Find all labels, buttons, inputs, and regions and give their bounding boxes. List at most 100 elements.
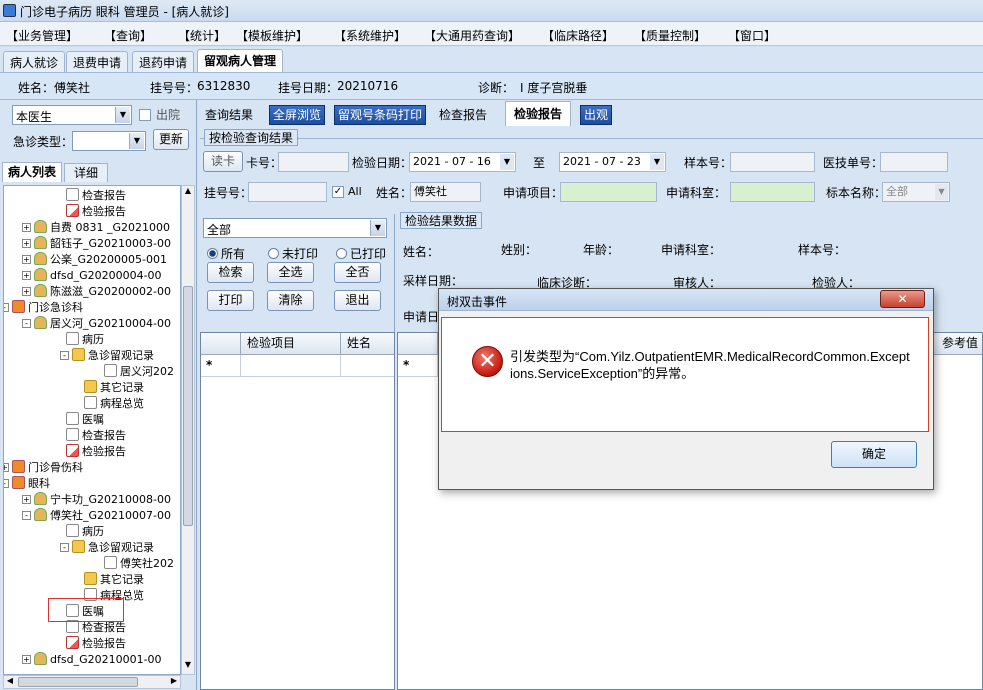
menu-item-1[interactable]: 【查询】 (104, 27, 152, 44)
menu-item-5[interactable]: 【大通用药查询】 (424, 27, 520, 44)
col-reference[interactable]: 参考值 (934, 333, 982, 355)
tree-node[interactable]: + 自费 0831 _G2021000 (22, 220, 170, 236)
tree-node[interactable]: 病历 (66, 524, 104, 540)
tree-node[interactable]: + 公楽_G20200005-001 (22, 252, 167, 268)
scroll-down-icon[interactable]: ▼ (183, 660, 193, 674)
clear-button[interactable]: 清除 (267, 290, 314, 311)
menu-item-6[interactable]: 【临床路径】 (542, 27, 614, 44)
name-input[interactable]: 傅笑社 (410, 182, 481, 202)
date-to-picker[interactable]: 2021 - 07 - 23 ▼ (559, 152, 666, 172)
tree-node[interactable]: 检验报告 (66, 444, 126, 460)
tree-node[interactable]: 检验报告 (66, 636, 126, 652)
tree-node[interactable]: - 急诊留观记录 (60, 348, 154, 364)
apply-dept-input[interactable] (730, 182, 815, 202)
expand-icon[interactable]: + (22, 223, 31, 232)
tab-check-report[interactable]: 检查报告 (439, 104, 487, 126)
menu-item-8[interactable]: 【窗口】 (728, 27, 776, 44)
menu-item-3[interactable]: 【模板维护】 (236, 27, 308, 44)
select-all-button[interactable]: 全选 (267, 262, 314, 283)
expand-icon[interactable]: + (22, 495, 31, 504)
expand-icon[interactable]: + (22, 255, 31, 264)
tree-node[interactable]: 其它记录 (84, 380, 144, 396)
all-checkbox[interactable]: ✓ (332, 186, 344, 198)
tree-node[interactable]: + dfsd_G20200004-00 (22, 268, 162, 284)
collapse-icon[interactable]: - (60, 351, 69, 360)
expand-icon[interactable]: + (22, 239, 31, 248)
tree-node[interactable]: + 陈滋滋_G20200002-00 (22, 284, 171, 300)
tree-node[interactable]: + 宁卡功_G20210008-00 (22, 492, 171, 508)
tree-node[interactable]: - 急诊留观记录 (60, 540, 154, 556)
tree-node[interactable]: 居义河202 (104, 364, 174, 380)
tab-lab-report[interactable]: 检验报告 (505, 101, 571, 126)
menu-item-7[interactable]: 【质量控制】 (634, 27, 706, 44)
tree-node[interactable]: - 居义河_G20210004-00 (22, 316, 171, 332)
tree-node[interactable]: 检查报告 (66, 620, 126, 636)
expand-icon[interactable]: + (22, 655, 31, 664)
scroll-right-icon[interactable]: ▶ (168, 676, 180, 688)
tab-3[interactable]: 留观病人管理 (197, 49, 284, 72)
collapse-icon[interactable]: - (4, 303, 9, 312)
expand-icon[interactable]: + (22, 271, 31, 280)
sample-input[interactable] (730, 152, 815, 172)
col-lab-item[interactable]: 检验项目 (241, 333, 341, 355)
print-barcode-button[interactable]: 留观号条码打印 (334, 105, 427, 125)
tree-node[interactable]: + 门诊骨伤科 (4, 460, 83, 476)
apply-item-input[interactable] (560, 182, 657, 202)
menu-item-0[interactable]: 【业务管理】 (6, 27, 78, 44)
grid-cell[interactable] (341, 355, 394, 377)
calendar-dropdown-icon[interactable]: ▼ (650, 154, 664, 170)
reg-no-input[interactable] (248, 182, 327, 202)
tree-node[interactable]: + 韶钰子_G20210003-00 (22, 236, 171, 252)
collapse-icon[interactable]: - (22, 511, 31, 520)
chevron-down-icon[interactable]: ▼ (370, 220, 385, 236)
menu-item-2[interactable]: 【统计】 (178, 27, 226, 44)
collapse-icon[interactable]: - (60, 543, 69, 552)
tab-1[interactable]: 退费申请 (66, 51, 129, 72)
read-card-button[interactable]: 读卡 (203, 151, 243, 172)
scroll-up-icon[interactable]: ▲ (183, 186, 193, 200)
radio-unprinted[interactable]: 未打印 (268, 245, 318, 262)
hscroll-thumb[interactable] (18, 677, 138, 687)
tree-node[interactable]: - 眼科 (4, 476, 50, 492)
fullscreen-button[interactable]: 全屏浏览 (269, 105, 326, 125)
expand-icon[interactable]: + (22, 287, 31, 296)
filter-select[interactable]: 全部 ▼ (203, 218, 387, 238)
update-button[interactable]: 更新 (153, 129, 189, 150)
collapse-icon[interactable]: - (22, 319, 31, 328)
expand-icon[interactable]: + (4, 463, 9, 472)
doctor-select[interactable]: 本医生 ▼ (12, 105, 132, 125)
close-button[interactable]: ✕ (880, 290, 925, 308)
tree-horizontal-scrollbar[interactable]: ◀ ▶ (3, 675, 181, 689)
radio-all[interactable]: 所有 (207, 245, 245, 262)
emergency-type-select[interactable]: ▼ (72, 131, 146, 151)
tab-0[interactable]: 病人就诊 (3, 51, 66, 72)
lab-item-grid[interactable]: 检验项目 姓名 * (200, 332, 395, 690)
tree-node[interactable]: 病历 (66, 332, 104, 348)
tree-vertical-scrollbar[interactable]: ▲ ▼ (181, 185, 195, 675)
tree-node[interactable]: 检验报告 (66, 204, 126, 220)
search-button[interactable]: 检索 (207, 262, 254, 283)
tree-node[interactable]: - 门诊急诊科 (4, 300, 83, 316)
exit-button[interactable]: 退出 (334, 290, 381, 311)
radio-printed[interactable]: 已打印 (336, 245, 386, 262)
tree-node[interactable]: 其它记录 (84, 572, 144, 588)
scroll-thumb[interactable] (183, 286, 193, 526)
tree-node[interactable]: 检查报告 (66, 188, 126, 204)
tree-node[interactable]: + dfsd_G20210001-00 (22, 652, 162, 668)
collapse-icon[interactable]: - (4, 479, 9, 488)
chevron-down-icon[interactable]: ▼ (115, 107, 130, 123)
tree-node[interactable]: 医嘱 (66, 412, 104, 428)
outhosp-checkbox[interactable] (139, 109, 151, 121)
grid-cell[interactable] (241, 355, 341, 377)
col-name[interactable]: 姓名 (341, 333, 394, 355)
tab-patient-list[interactable]: 病人列表 (2, 162, 62, 182)
card-input[interactable] (278, 152, 349, 172)
ok-button[interactable]: 确定 (831, 441, 917, 468)
scroll-left-icon[interactable]: ◀ (4, 676, 16, 688)
tree-node[interactable]: - 傅笑社_G20210007-00 (22, 508, 171, 524)
chevron-down-icon[interactable]: ▼ (935, 184, 948, 200)
tab-query-result[interactable]: 查询结果 (205, 104, 253, 126)
tab-detail[interactable]: 详细 (64, 163, 108, 182)
specimen-select[interactable]: 全部 ▼ (882, 182, 950, 202)
tree-node[interactable]: 病程总览 (84, 396, 144, 412)
